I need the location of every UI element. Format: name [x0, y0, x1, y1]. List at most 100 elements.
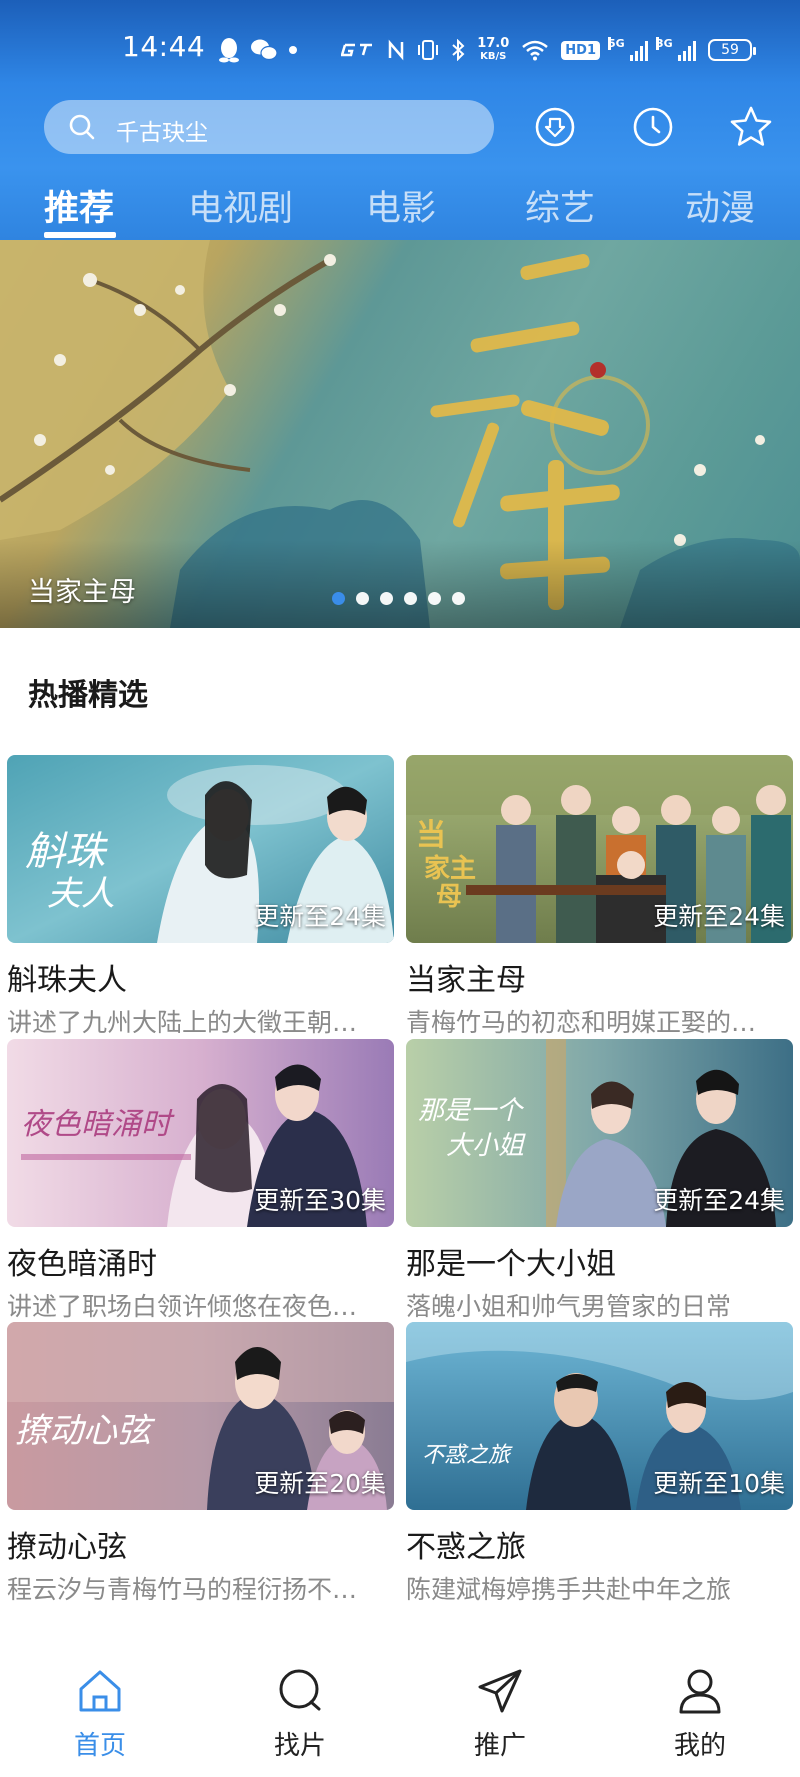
battery-icon: 59 [708, 39, 756, 61]
nav-mine-label: 我的 [673, 1731, 726, 1761]
nfc-icon [387, 35, 405, 65]
carousel-dot[interactable] [404, 592, 417, 605]
video-card[interactable]: 那是一个 大小姐 更新至24集 那是一个大小姐 落魄小姐和帅气男管家的日常 [406, 1039, 793, 1323]
video-description: 青梅竹马的初恋和明媒正娶的… [406, 1008, 757, 1037]
svg-text:夜色暗涌时: 夜色暗涌时 [21, 1107, 175, 1142]
episode-badge: 更新至24集 [653, 1186, 785, 1215]
tab-tv-series[interactable]: 电视剧 [188, 180, 293, 231]
status-system-icons: 17.0 KB/S HD1 5G 3G 59 [341, 30, 756, 70]
nav-home[interactable]: 首页 [40, 1665, 160, 1762]
nav-promote[interactable]: 推广 [440, 1665, 560, 1762]
poster-title-art: 斛珠 [25, 829, 108, 875]
sim1-network-label: 5G [608, 37, 625, 50]
video-card[interactable]: 不惑之旅 更新至10集 不惑之旅 陈建斌梅婷携手共赴中年之旅 [406, 1322, 793, 1606]
search-icon [279, 1669, 321, 1711]
nav-home-label: 首页 [73, 1731, 126, 1761]
video-thumbnail: 撩动心弦 更新至20集 [7, 1322, 394, 1510]
qq-icon [218, 35, 240, 65]
download-button[interactable] [530, 102, 580, 152]
video-description: 落魄小姐和帅气男管家的日常 [406, 1292, 732, 1321]
history-button[interactable] [628, 102, 678, 152]
video-description: 讲述了九州大陆上的大徵王朝… [7, 1008, 358, 1037]
status-notification-icons [218, 30, 298, 70]
banner-title: 当家主母 [28, 577, 136, 608]
clock-icon [633, 107, 673, 147]
star-icon [730, 106, 772, 146]
episode-badge: 更新至10集 [653, 1469, 785, 1498]
svg-text:夫人: 夫人 [47, 874, 115, 914]
favorites-button[interactable] [726, 102, 776, 152]
tab-anime[interactable]: 动漫 [685, 180, 755, 231]
video-thumbnail: 斛珠 夫人 更新至24集 [7, 755, 394, 943]
carousel-dot[interactable] [332, 592, 345, 605]
wifi-icon [521, 35, 549, 65]
episode-badge: 更新至30集 [254, 1186, 386, 1215]
signal-sim2-icon: 3G [656, 37, 696, 61]
category-tabs: 推荐 电视剧 电影 综艺 动漫 [0, 180, 800, 240]
search-bar[interactable]: 千古玦尘 [44, 100, 494, 154]
carousel-dot[interactable] [428, 592, 441, 605]
svg-text:大小姐: 大小姐 [446, 1131, 526, 1161]
nav-find[interactable]: 找片 [240, 1665, 360, 1762]
carousel-dot[interactable] [452, 592, 465, 605]
episode-badge: 更新至24集 [254, 902, 386, 931]
featured-banner[interactable]: 当家主母 [0, 240, 800, 628]
home-icon [79, 1670, 121, 1712]
nav-find-label: 找片 [273, 1731, 326, 1761]
tab-variety[interactable]: 综艺 [525, 180, 595, 231]
paper-plane-icon [478, 1669, 522, 1713]
carousel-indicator [332, 592, 465, 605]
search-query-text: 千古玦尘 [116, 120, 208, 146]
bottom-navigation: 首页 找片 推广 我的 [0, 1647, 800, 1777]
video-title: 当家主母 [406, 963, 526, 998]
video-description: 程云汐与青梅竹马的程衍扬不… [7, 1575, 358, 1604]
wechat-icon [250, 35, 278, 65]
status-time: 14:44 [122, 30, 206, 63]
vibrate-icon [417, 35, 439, 65]
bluetooth-icon [451, 35, 465, 65]
svg-text:那是一个: 那是一个 [418, 1096, 525, 1126]
video-title: 那是一个大小姐 [406, 1247, 616, 1282]
gt-mode-icon [341, 35, 375, 65]
tab-movies[interactable]: 电影 [366, 180, 436, 231]
video-card[interactable]: 当 家主 母 更新至24集 当家主母 青梅竹马的初恋和明媒正娶的… [406, 755, 793, 1039]
video-title: 不惑之旅 [406, 1530, 526, 1565]
carousel-dot[interactable] [380, 592, 393, 605]
download-icon [535, 107, 575, 147]
signal-sim1-icon: 5G [608, 37, 648, 61]
tab-recommend[interactable]: 推荐 [44, 180, 114, 231]
network-speed-unit: KB/S [480, 51, 507, 62]
network-speed-value: 17.0 [477, 36, 510, 51]
video-card[interactable]: 撩动心弦 更新至20集 撩动心弦 程云汐与青梅竹马的程衍扬不… [7, 1322, 394, 1606]
status-bar: 14:44 17.0 KB/S HD1 5G 3G 59 [0, 0, 800, 75]
video-card[interactable]: 斛珠 夫人 更新至24集 斛珠夫人 讲述了九州大陆上的大徵王朝… [7, 755, 394, 1039]
episode-badge: 更新至20集 [254, 1469, 386, 1498]
active-tab-indicator [44, 232, 116, 238]
video-thumbnail: 那是一个 大小姐 更新至24集 [406, 1039, 793, 1227]
battery-level: 59 [721, 42, 739, 58]
video-title: 撩动心弦 [7, 1530, 127, 1565]
video-description: 讲述了职场白领许倾悠在夜色… [7, 1292, 358, 1321]
network-speed: 17.0 KB/S [477, 37, 509, 63]
nav-mine[interactable]: 我的 [640, 1665, 760, 1762]
search-icon [69, 114, 95, 140]
video-thumbnail: 当 家主 母 更新至24集 [406, 755, 793, 943]
hd-voice-badge: HD1 [561, 40, 600, 60]
video-description: 陈建斌梅婷携手共赴中年之旅 [406, 1575, 732, 1604]
video-thumbnail: 不惑之旅 更新至10集 [406, 1322, 793, 1510]
video-title: 夜色暗涌时 [7, 1247, 157, 1282]
episode-badge: 更新至24集 [653, 902, 785, 931]
video-title: 斛珠夫人 [7, 963, 127, 998]
video-card[interactable]: 夜色暗涌时 更新至30集 夜色暗涌时 讲述了职场白领许倾悠在夜色… [7, 1039, 394, 1323]
dot-icon [288, 35, 298, 65]
user-icon [679, 1669, 721, 1714]
svg-text:撩动心弦: 撩动心弦 [15, 1411, 156, 1451]
carousel-dot[interactable] [356, 592, 369, 605]
svg-text:母: 母 [436, 882, 462, 912]
section-title: 热播精选 [28, 678, 148, 713]
top-header: 14:44 17.0 KB/S HD1 5G 3G 59 千古玦尘 推荐 电视剧… [0, 0, 800, 240]
svg-text:不惑之旅: 不惑之旅 [422, 1443, 513, 1468]
svg-text:家主: 家主 [424, 853, 476, 884]
svg-text:当: 当 [416, 818, 446, 853]
nav-promote-label: 推广 [473, 1731, 526, 1761]
